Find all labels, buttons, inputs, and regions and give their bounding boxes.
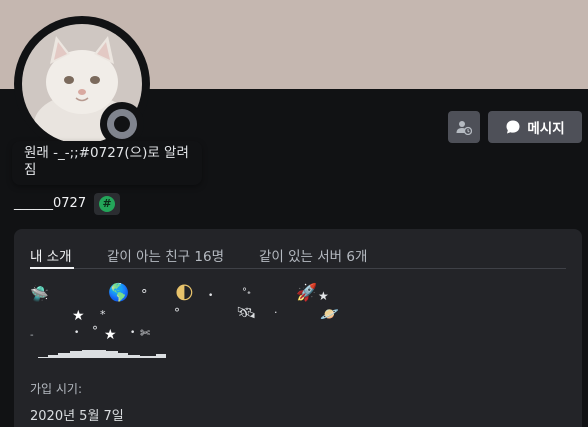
rocket-icon: 🚀 — [296, 283, 318, 303]
small-dot-glyph: · — [274, 306, 278, 319]
add-friend-button[interactable] — [448, 111, 480, 143]
tab-mutual-servers[interactable]: 같이 있는 서버 6개 — [259, 245, 367, 265]
star-glyph: ★ — [72, 308, 85, 324]
dot-glyph: • — [74, 328, 80, 338]
ufo-icon: 🛸 — [30, 285, 49, 303]
ring-dot-glyph: °˖ — [242, 287, 251, 298]
tab-about-me[interactable]: 내 소개 — [30, 245, 72, 265]
hash-badge-icon: # — [99, 196, 115, 212]
small-circle-glyph: ° — [174, 306, 180, 320]
active-tab-indicator — [30, 267, 74, 269]
add-friend-icon — [456, 121, 472, 135]
earth-icon: 🌎 — [108, 283, 130, 303]
tiny-star-glyph: * — [100, 308, 106, 321]
dot-glyph: • — [130, 328, 136, 338]
scissors-glyph: ✄ — [140, 326, 151, 340]
username: ______0727 — [14, 196, 87, 211]
skyline-art — [30, 350, 166, 358]
star-glyph: ★ — [104, 327, 117, 343]
profile-tabs: 내 소개 같이 아는 친구 16명 같이 있는 서버 6개 — [30, 239, 566, 269]
custom-status: 원래 -_-;;#0727(으)로 알려짐 — [12, 141, 202, 185]
bio: 🛸 🌎 ° 🌓 • °˖ 🚀 ★ ★ * ° 🛰 · 🪐 - • ° ★ • ✄ — [14, 279, 582, 369]
satellite-icon: 🛰 — [236, 303, 257, 322]
profile-card: 내 소개 같이 아는 친구 16명 같이 있는 서버 6개 🛸 🌎 ° 🌓 • … — [14, 229, 582, 427]
dash-glyph: - — [30, 330, 34, 341]
half-moon-icon: 🌓 — [175, 283, 194, 304]
status-hole — [114, 116, 130, 132]
message-button[interactable]: 메시지 — [488, 111, 582, 143]
small-circle-glyph: ° — [141, 288, 148, 303]
member-since-value: 2020년 5월 7일 — [30, 409, 124, 424]
chat-bubble-icon — [506, 120, 520, 134]
star-glyph: ★ — [318, 289, 329, 303]
tab-mutual-friends[interactable]: 같이 아는 친구 16명 — [107, 245, 224, 265]
dot-glyph: • — [208, 291, 214, 301]
member-since-label: 가입 시기: — [30, 382, 83, 396]
message-button-label: 메시지 — [527, 121, 565, 137]
tag-badge[interactable]: # — [94, 193, 120, 215]
planet-icon: 🪐 — [320, 305, 339, 323]
small-circle-glyph: ° — [92, 324, 98, 338]
